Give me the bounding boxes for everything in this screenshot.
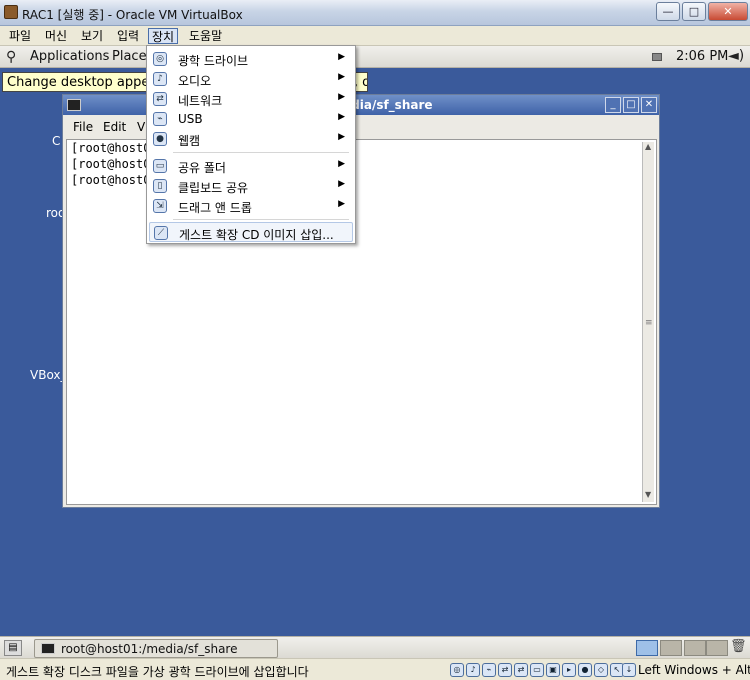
menu-item-network[interactable]: ⇄ 네트워크 ▶ [149, 89, 353, 109]
menu-item-label: 공유 폴더 [178, 161, 226, 175]
optical-drive-icon[interactable]: ◎ [450, 663, 464, 677]
scroll-up-arrow-icon[interactable]: ▲ [645, 142, 651, 151]
terminal-menu-file[interactable]: File [73, 120, 93, 134]
workspace-3[interactable] [684, 640, 706, 656]
submenu-arrow-icon: ▶ [338, 52, 345, 62]
audio-icon: ♪ [153, 72, 167, 86]
submenu-arrow-icon: ▶ [338, 132, 345, 142]
keyboard-capture-icon[interactable]: ↓ [622, 663, 636, 677]
menu-item-label: 오디오 [178, 74, 212, 88]
menu-item-label: USB [178, 112, 203, 126]
terminal-maximize-button[interactable]: □ [623, 97, 639, 113]
applications-menu[interactable]: Applications [30, 49, 109, 64]
menu-help[interactable]: 도움말 [186, 28, 225, 44]
menu-devices[interactable]: 장치 [148, 28, 179, 44]
shared-folder-icon[interactable]: ▭ [530, 663, 544, 677]
submenu-arrow-icon: ▶ [338, 199, 345, 209]
taskbar-item-label: root@host01:/media/sf_share [61, 642, 238, 656]
menu-input[interactable]: 입력 [114, 28, 142, 44]
scroll-down-arrow-icon[interactable]: ▼ [645, 490, 651, 499]
drag-drop-icon: ⇲ [153, 199, 167, 213]
workspace-4[interactable] [706, 640, 728, 656]
devices-menu: ◎ 광학 드라이브 ▶ ♪ 오디오 ▶ ⇄ 네트워크 ▶ ⌁ USB ▶ ● 웹… [146, 45, 356, 244]
menu-item-label: 드래그 앤 드롭 [178, 201, 252, 215]
menubar: 파일 머신 보기 입력 장치 도움말 [0, 26, 750, 46]
menu-separator [173, 219, 349, 220]
gnome-top-panel: ⚲ Applications Places 2:06 PM ◄) [0, 46, 750, 68]
terminal-line: [root@host0 [71, 157, 151, 171]
webcam-icon[interactable]: ● [578, 663, 592, 677]
terminal-title: edia/sf_share [343, 98, 433, 112]
workspace-1[interactable] [636, 640, 658, 656]
terminal-menu-view[interactable]: V [137, 120, 145, 134]
menu-item-label: 클립보드 공유 [178, 181, 249, 195]
menu-item-shared-folders[interactable]: ▭ 공유 폴더 ▶ [149, 156, 353, 176]
menu-item-label: 네트워크 [178, 94, 223, 108]
submenu-arrow-icon: ▶ [338, 72, 345, 82]
menu-machine[interactable]: 머신 [42, 28, 70, 44]
usb-icon: ⌁ [153, 112, 167, 126]
optical-drive-icon: ◎ [153, 52, 167, 66]
menu-file[interactable]: 파일 [6, 28, 34, 44]
menu-item-drag-drop[interactable]: ⇲ 드래그 앤 드롭 ▶ [149, 196, 353, 216]
status-text: 게스트 확장 디스크 파일을 가상 광학 드라이브에 삽입합니다 [6, 665, 309, 679]
volume-icon[interactable]: ◄) [728, 48, 744, 64]
terminal-minimize-button[interactable]: _ [605, 97, 621, 113]
statusbar: 게스트 확장 디스크 파일을 가상 광학 드라이브에 삽입합니다 ◎ ♪ ⌁ ⇄… [0, 658, 750, 680]
terminal-line: [root@host0 [71, 173, 151, 187]
shared-folder-icon: ▭ [153, 159, 167, 173]
terminal-menu-edit[interactable]: Edit [103, 120, 126, 134]
workspace-2[interactable] [660, 640, 682, 656]
submenu-arrow-icon: ▶ [338, 112, 345, 122]
terminal-close-button[interactable]: ✕ [641, 97, 657, 113]
menu-item-label: 웹캠 [178, 134, 201, 148]
taskbar-item[interactable]: root@host01:/media/sf_share [34, 639, 278, 658]
network-icon[interactable]: ⇄ [514, 663, 528, 677]
display-icon[interactable]: ▣ [546, 663, 560, 677]
close-button[interactable]: ✕ [708, 2, 748, 21]
gnome-bottom-panel: ▤ root@host01:/media/sf_share 🗑 [0, 636, 750, 658]
menu-item-optical-drive[interactable]: ◎ 광학 드라이브 ▶ [149, 49, 353, 69]
guest-additions-icon: ⟋ [154, 226, 168, 240]
menu-item-usb[interactable]: ⌁ USB ▶ [149, 109, 353, 129]
menu-separator [173, 152, 349, 153]
window-title: RAC1 [실행 중] - Oracle VM VirtualBox [22, 8, 243, 22]
scroll-grip-icon[interactable]: ≡ [645, 318, 653, 328]
minimize-button[interactable]: — [656, 2, 680, 21]
webcam-icon: ● [153, 132, 167, 146]
network-icon[interactable]: ⇄ [498, 663, 512, 677]
network-icon: ⇄ [153, 92, 167, 106]
terminal-icon [67, 99, 81, 111]
menu-item-audio[interactable]: ♪ 오디오 ▶ [149, 69, 353, 89]
usb-icon[interactable]: ⌁ [482, 663, 496, 677]
window-titlebar: RAC1 [실행 중] - Oracle VM VirtualBox — □ ✕ [0, 0, 750, 26]
audio-icon[interactable]: ♪ [466, 663, 480, 677]
menu-item-webcam[interactable]: ● 웹캠 ▶ [149, 129, 353, 149]
show-desktop-button[interactable]: ▤ [4, 640, 22, 656]
video-capture-icon[interactable]: ▸ [562, 663, 576, 677]
virtualbox-icon [4, 5, 18, 19]
tray-icon[interactable] [652, 53, 662, 61]
terminal-line: [root@host0 [71, 141, 151, 155]
maximize-button[interactable]: □ [682, 2, 706, 21]
gnome-foot-icon[interactable]: ⚲ [6, 49, 16, 65]
menu-item-insert-guest-additions[interactable]: ⟋ 게스트 확장 CD 이미지 삽입... [149, 222, 353, 242]
submenu-arrow-icon: ▶ [338, 159, 345, 169]
processor-icon[interactable]: ◇ [594, 663, 608, 677]
menu-item-label: 광학 드라이브 [178, 54, 249, 68]
terminal-icon [41, 643, 55, 654]
submenu-arrow-icon: ▶ [338, 179, 345, 189]
menu-view[interactable]: 보기 [78, 28, 106, 44]
terminal-scrollbar[interactable]: ▲ ≡ ▼ [642, 142, 654, 502]
desktop-icon-label[interactable]: C [52, 134, 60, 148]
guest-screen[interactable]: ⚲ Applications Places 2:06 PM ◄) Change … [0, 46, 750, 658]
menu-item-label: 게스트 확장 CD 이미지 삽입... [179, 228, 334, 242]
host-key-label: Left Windows + Alt [638, 663, 750, 677]
clock[interactable]: 2:06 PM [676, 49, 728, 64]
clipboard-icon: ▯ [153, 179, 167, 193]
menu-item-clipboard[interactable]: ▯ 클립보드 공유 ▶ [149, 176, 353, 196]
submenu-arrow-icon: ▶ [338, 92, 345, 102]
trash-icon[interactable]: 🗑 [730, 639, 747, 654]
